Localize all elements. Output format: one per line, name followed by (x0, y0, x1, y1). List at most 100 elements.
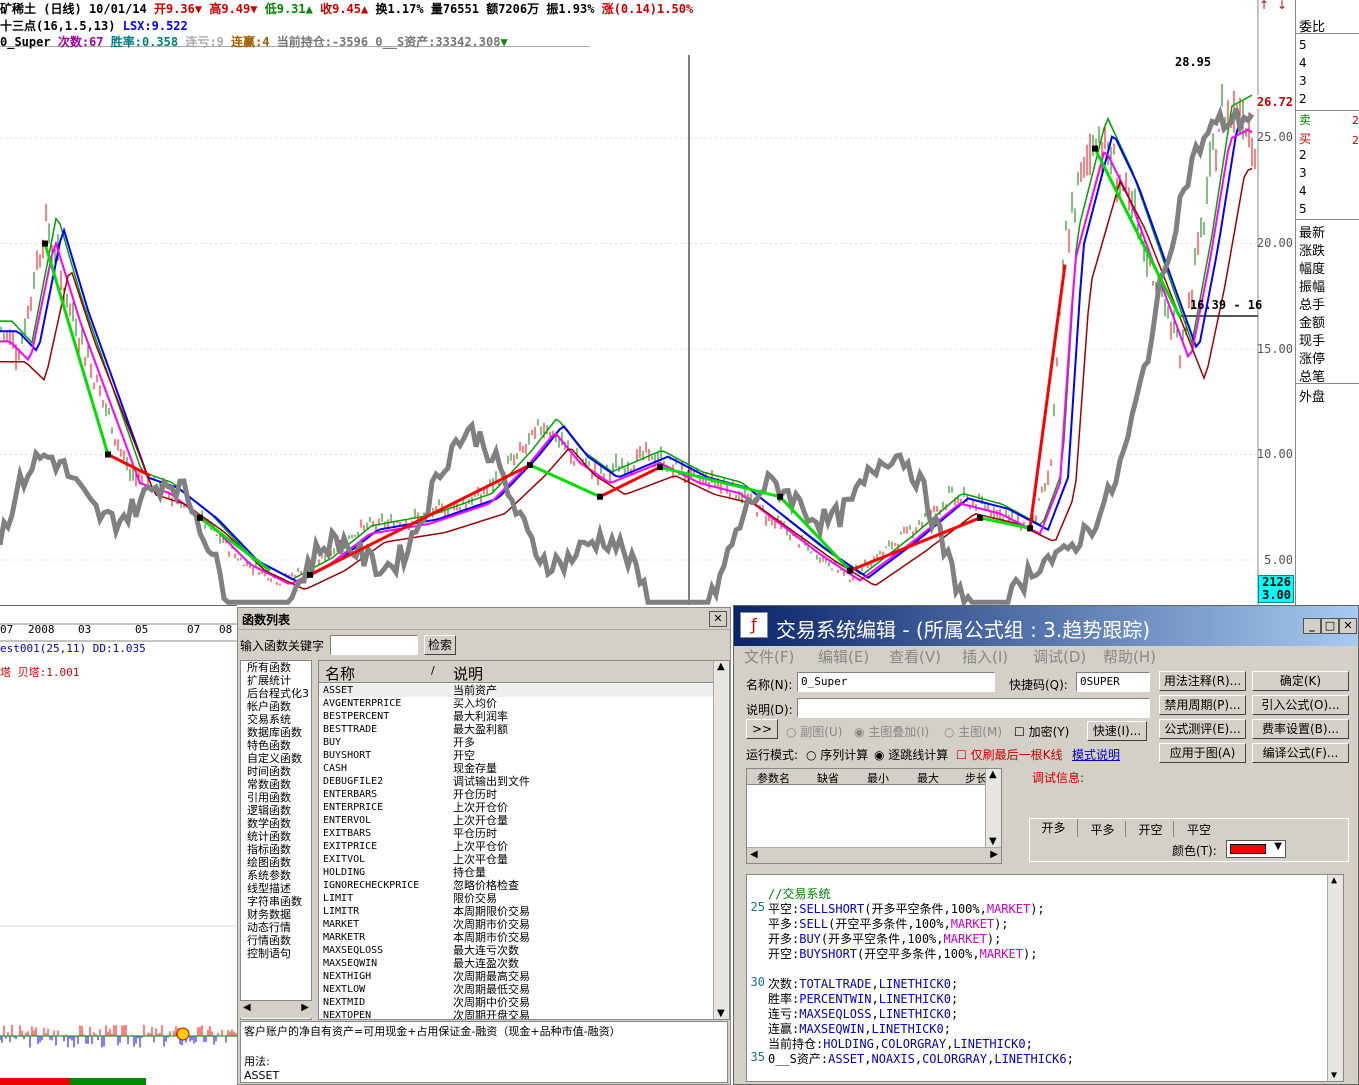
category-item[interactable]: 绘图函数 (241, 856, 311, 869)
function-row[interactable]: BESTPERCENT 最大利润率 (319, 710, 715, 723)
scroll-up-icon[interactable]: ▲ (989, 769, 997, 780)
opt-main-overlay[interactable]: ◉ 主图叠加(I) (854, 723, 929, 740)
params-hscroll[interactable]: ◀ ▶ (747, 847, 1001, 863)
function-row[interactable]: NEXTLOW 次周期最低交易 (319, 983, 715, 996)
annotate-button[interactable]: 用法注释(R)... (1159, 671, 1246, 691)
menu-insert[interactable]: 插入(I) (962, 646, 1008, 667)
category-item[interactable]: 特色函数 (241, 739, 311, 752)
encrypt-checkbox[interactable]: ☐ 加密(Y) (1014, 723, 1069, 740)
desc-input[interactable] (797, 698, 1150, 718)
function-row[interactable]: MARKETR 本周期市价交易 (319, 931, 715, 944)
function-row[interactable]: LIMIT 限价交易 (319, 892, 715, 905)
function-row[interactable]: BUY 开多 (319, 736, 715, 749)
category-item[interactable]: 数学函数 (241, 817, 311, 830)
function-row[interactable]: DEBUGFILE2 调试输出到文件 (319, 775, 715, 788)
trading-system-editor[interactable]: ƒ 交易系统编辑 - (所属公式组 : 3.趋势跟踪) _ □ ✕ 文件(F) … (733, 605, 1359, 1085)
last-bar-checkbox[interactable]: ☐ 仅刷最后一根K线 (956, 746, 1062, 763)
tab-sell-short[interactable]: 平空 (1176, 821, 1222, 837)
opt-sequence[interactable]: ○ 序列计算 (806, 746, 868, 763)
param-header[interactable]: 参数名 (757, 770, 790, 786)
category-item[interactable]: 所有函数 (241, 661, 311, 674)
close-icon[interactable]: ✕ (1339, 618, 1357, 634)
menu-debug[interactable]: 调试(D) (1033, 646, 1086, 667)
scroll-up-icon[interactable]: ▲ (717, 661, 725, 672)
color-select[interactable]: ▼ (1226, 840, 1286, 858)
menu-view[interactable]: 查看(V) (889, 646, 941, 667)
col-name-header[interactable]: 名称 (325, 663, 355, 684)
params-table[interactable]: 参数名 缺省 最小 最大 步长 ◀ ▶ ▲ ▼ (746, 768, 1002, 864)
category-item[interactable]: 线型描述 (241, 882, 311, 895)
maximize-icon[interactable]: □ (1321, 618, 1339, 634)
category-item[interactable]: 交易系统 (241, 713, 311, 726)
scroll-left-icon[interactable]: ◀ (243, 1002, 251, 1013)
function-row[interactable]: MARKET 次周期市价交易 (319, 918, 715, 931)
category-item[interactable]: 动态行情 (241, 921, 311, 934)
menu-edit[interactable]: 编辑(E) (818, 646, 869, 667)
col-desc-header[interactable]: 说明 (453, 663, 483, 684)
category-tree[interactable]: 所有函数 扩展统计 后台程式化3 帐户函数 交易系统 数据库函数 特色函数 自定义函数 时间函数… (240, 660, 312, 1020)
tab-buy-long[interactable]: 开多 (1030, 819, 1078, 837)
apply-to-chart-button[interactable]: 应用于图(A) (1159, 743, 1246, 763)
quick-button[interactable]: 快速(I)... (1087, 721, 1147, 741)
function-row[interactable]: IGNORECHECKPRICE 忽略价格检查 (319, 879, 715, 892)
category-item[interactable]: 数据库函数 (241, 726, 311, 739)
function-search-input[interactable] (330, 635, 418, 655)
function-table[interactable]: 名称 / 说明 ASSET 当前资产 AVGENTERPRICE 买入均价 BESTPE… (318, 660, 730, 1020)
function-row[interactable]: BUYSHORT 开空 (319, 749, 715, 762)
param-header[interactable]: 缺省 (817, 770, 839, 786)
category-item[interactable]: 时间函数 (241, 765, 311, 778)
tab-sell-long[interactable]: 平多 (1080, 821, 1126, 837)
category-item[interactable]: 财务数据 (241, 908, 311, 921)
category-item[interactable]: 引用函数 (241, 791, 311, 804)
search-button[interactable]: 检索 (424, 635, 456, 655)
function-row[interactable]: HOLDING 持仓量 (319, 866, 715, 879)
function-list-dialog[interactable]: 函数列表 ✕ 输入函数关键字 检索 所有函数 扩展统计 后台程式化3 帐户函数 交易系统… (237, 607, 731, 1085)
category-item[interactable]: 行情函数 (241, 934, 311, 947)
function-row[interactable]: EXITPRICE 上次平仓价 (319, 840, 715, 853)
chart-scroll-arrows[interactable]: ↑ ↓ (1259, 0, 1295, 18)
minimize-icon[interactable]: _ (1303, 618, 1321, 634)
param-header[interactable]: 步长 (965, 770, 987, 786)
function-row[interactable]: EXITBARS 平仓历时 (319, 827, 715, 840)
kline-chart[interactable]: 矿稀土 (日线) 10/01/14 开9.36▼ 高9.49▼ 低9.31▲ 收… (0, 0, 1295, 605)
function-row[interactable]: EXITVOL 上次平仓量 (319, 853, 715, 866)
scroll-up-icon[interactable]: ↑ (1259, 0, 1269, 12)
scroll-left-icon[interactable]: ◀ (750, 849, 758, 860)
param-header[interactable]: 最大 (917, 770, 939, 786)
function-row[interactable]: ENTERVOL 上次开仓量 (319, 814, 715, 827)
scroll-down-icon[interactable]: ↓ (1277, 0, 1287, 12)
fee-settings-button[interactable]: 费率设置(B)... (1252, 719, 1349, 739)
scroll-right-icon[interactable]: ▶ (301, 1002, 309, 1013)
formula-code-editor[interactable]: //交易系统 25 平空:SELLSHORT(开多平空条件,100%,MARKET)… (746, 874, 1344, 1082)
ok-button[interactable]: 确定(K) (1252, 671, 1349, 691)
mode-help-link[interactable]: 模式说明 (1072, 746, 1120, 763)
expand-button[interactable]: >> (746, 719, 778, 739)
category-item[interactable]: 逻辑函数 (241, 804, 311, 817)
scroll-up-icon[interactable]: ▲ (1331, 875, 1337, 886)
category-item[interactable]: 控制语句 (241, 947, 311, 960)
category-item[interactable]: 扩展统计 (241, 674, 311, 687)
category-item[interactable]: 自定义函数 (241, 752, 311, 765)
close-icon[interactable]: ✕ (709, 611, 727, 627)
code-vscroll[interactable]: ▲ ▼ (1327, 875, 1343, 1081)
compile-button[interactable]: 编译公式(F)... (1252, 743, 1349, 763)
scroll-down-icon[interactable]: ▼ (1331, 1070, 1337, 1081)
function-table-vscroll[interactable]: ▲ ▼ (713, 661, 729, 1019)
function-row[interactable]: ENTERPRICE 上次开仓价 (319, 801, 715, 814)
category-item[interactable]: 指标函数 (241, 843, 311, 856)
formula-test-button[interactable]: 公式测评(E)... (1159, 719, 1246, 739)
import-formula-button[interactable]: 引入公式(O)... (1252, 695, 1349, 715)
scroll-down-icon[interactable]: ▼ (989, 836, 997, 847)
sort-icon[interactable]: / (431, 664, 435, 677)
opt-subchart[interactable]: ○ 副图(U) (786, 723, 842, 740)
scroll-down-icon[interactable]: ▼ (717, 1008, 725, 1019)
function-row[interactable]: NEXTHIGH 次周期最高交易 (319, 970, 715, 983)
name-input[interactable]: 0_Super (797, 672, 995, 692)
signal-tabs[interactable]: 开多 平多 开空 平空 颜色(T): ▼ (1029, 818, 1349, 862)
function-row[interactable]: BESTTRADE 最大盈利额 (319, 723, 715, 736)
chevron-down-icon[interactable]: ▼ (1274, 841, 1282, 852)
params-vscroll[interactable]: ▲ ▼ (985, 769, 1001, 847)
function-row[interactable]: NEXTOPEN 次周期开盘交易 (319, 1009, 715, 1019)
function-row[interactable]: MAXSEQWIN 最大连盈次数 (319, 957, 715, 970)
category-item[interactable]: 字符串函数 (241, 895, 311, 908)
